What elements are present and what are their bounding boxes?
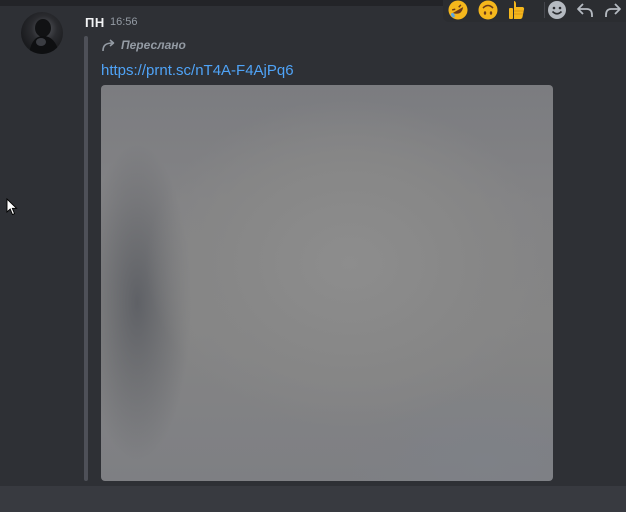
reaction-thumbs-up-button[interactable] <box>505 0 529 20</box>
mouse-cursor-icon <box>6 198 18 216</box>
thumbs-up-emoji-icon <box>509 1 525 19</box>
reaction-rofl-button[interactable] <box>446 0 470 20</box>
forward-button[interactable] <box>601 0 625 20</box>
forwarded-message-bar <box>84 36 88 481</box>
rofl-emoji-icon <box>448 0 468 20</box>
reaction-upside-down-button[interactable] <box>476 0 500 20</box>
add-reaction-button[interactable] <box>545 0 569 20</box>
avatar-figure-icon <box>29 19 59 54</box>
message-input-area[interactable] <box>0 486 626 512</box>
forward-icon <box>605 3 621 17</box>
add-reaction-icon <box>548 1 566 19</box>
forwarded-label: Переслано <box>121 38 186 52</box>
message-timestamp: 16:56 <box>110 16 138 28</box>
embedded-image[interactable] <box>101 85 553 481</box>
reply-button[interactable] <box>573 0 597 20</box>
message-link[interactable]: https://prnt.sc/nT4A-F4AjPq6 <box>101 62 294 79</box>
chat-view: ПН 16:56 Переслано https://prnt.sc/nT4A-… <box>0 0 626 512</box>
reply-icon <box>577 3 593 17</box>
message-author[interactable]: ПН <box>85 15 105 30</box>
message-hover-toolbar <box>443 0 626 22</box>
forwarded-indicator: Переслано <box>101 38 186 52</box>
upside-down-face-emoji-icon <box>478 0 498 20</box>
forward-arrow-icon <box>102 39 115 52</box>
avatar[interactable] <box>21 12 63 54</box>
